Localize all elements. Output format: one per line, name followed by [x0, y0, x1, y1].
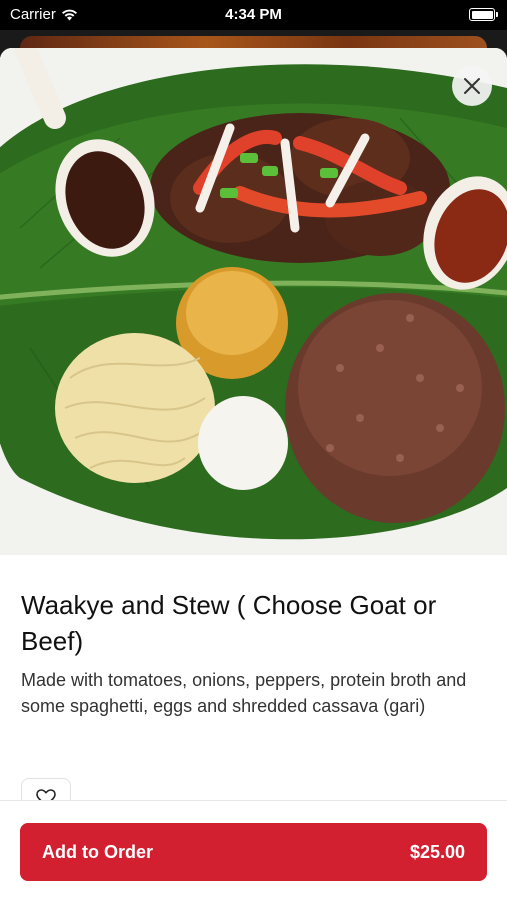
item-description: Made with tomatoes, onions, peppers, pro…	[21, 670, 467, 716]
item-detail-sheet: Waakye and Stew ( Choose Goat or Beef) M…	[0, 48, 507, 900]
close-button[interactable]	[452, 66, 492, 106]
item-title: Waakye and Stew ( Choose Goat or Beef)	[21, 590, 437, 656]
add-to-order-button[interactable]: Add to Order $25.00	[20, 823, 487, 881]
bottom-action-bar: Add to Order $25.00	[0, 800, 507, 900]
status-bar: Carrier 4:34 PM	[0, 0, 507, 30]
item-photo	[0, 48, 507, 555]
item-details: Waakye and Stew ( Choose Goat or Beef) M…	[0, 555, 507, 719]
status-time: 4:34 PM	[225, 6, 282, 23]
close-icon	[464, 78, 480, 94]
item-price: $25.00	[409, 841, 465, 862]
battery-icon	[469, 8, 498, 21]
add-to-order-label: Add to Order	[42, 841, 153, 862]
